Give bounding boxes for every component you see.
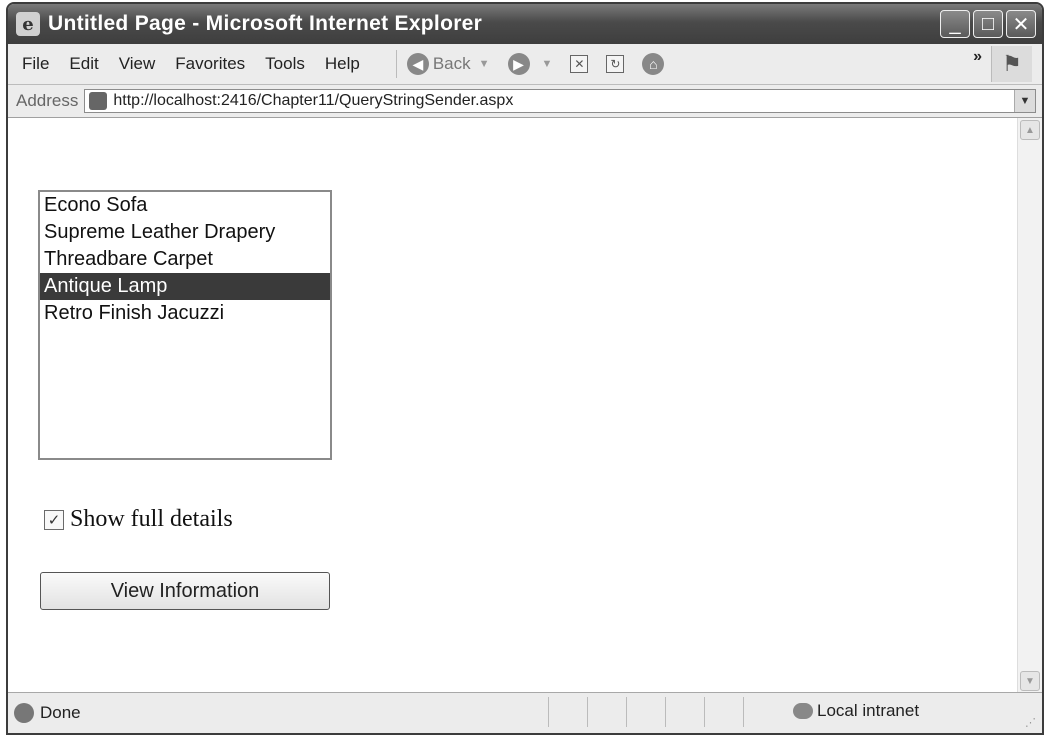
address-url[interactable]: http://localhost:2416/Chapter11/QueryStr… [113,92,513,110]
ie-logo-icon: e [16,12,40,36]
back-button[interactable]: ◀ Back ▼ [406,53,490,75]
forward-dropdown-icon[interactable]: ▼ [542,58,553,70]
status-pane [665,697,704,727]
status-pane [587,697,626,727]
browser-window: e Untitled Page - Microsoft Internet Exp… [6,2,1044,735]
refresh-button[interactable]: ↻ [606,55,625,73]
address-dropdown-icon[interactable]: ▼ [1014,90,1035,112]
status-pane [626,697,665,727]
status-bar: Done Local intranet ⋰ [8,692,1042,733]
minimize-button[interactable]: _ [940,10,970,38]
back-dropdown-icon[interactable]: ▼ [479,58,490,70]
stop-button[interactable]: ✕ [570,55,589,73]
address-input[interactable]: http://localhost:2416/Chapter11/QueryStr… [84,89,1036,113]
security-zone: Local intranet [793,701,919,721]
back-label: Back [432,54,471,73]
window-title: Untitled Page - Microsoft Internet Explo… [48,12,483,35]
status-pane [548,697,587,727]
refresh-icon: ↻ [606,55,625,73]
scroll-down-icon[interactable]: ▼ [1020,671,1040,691]
menu-view[interactable]: View [119,54,156,74]
list-item[interactable]: Threadbare Carpet [40,246,330,273]
status-pane [743,697,782,727]
menu-favorites[interactable]: Favorites [175,54,245,74]
vertical-scrollbar[interactable]: ▲ ▼ [1017,118,1042,693]
zone-text: Local intranet [817,701,920,720]
show-details-row: ✓ Show full details [44,506,233,533]
menu-edit[interactable]: Edit [69,54,98,74]
scroll-up-icon[interactable]: ▲ [1020,120,1040,140]
resize-grip-icon[interactable]: ⋰ [1025,716,1036,729]
show-details-label[interactable]: Show full details [70,506,233,533]
status-pane [704,697,743,727]
menu-help[interactable]: Help [325,54,360,74]
home-button[interactable]: ⌂ [642,53,668,75]
back-arrow-icon: ◀ [406,53,429,75]
address-bar: Address http://localhost:2416/Chapter11/… [8,85,1042,118]
list-item[interactable]: Supreme Leather Drapery [40,219,330,246]
menu-file[interactable]: File [22,54,49,74]
close-button[interactable]: ✕ [1006,10,1036,38]
forward-button[interactable]: ▶ ▼ [507,53,553,75]
page-icon [89,92,108,110]
maximize-button[interactable]: □ [973,10,1003,38]
list-item[interactable]: Retro Finish Jacuzzi [40,300,330,327]
status-panes [548,697,782,727]
home-icon: ⌂ [642,53,665,75]
toolbar-divider [395,50,397,78]
product-listbox[interactable]: Econo Sofa Supreme Leather Drapery Threa… [38,190,332,460]
menu-bar: File Edit View Favorites Tools Help ◀ Ba… [8,44,1042,85]
toolbar-overflow-icon[interactable]: » [973,48,982,66]
view-information-button[interactable]: View Information [40,572,330,610]
page-status-icon [14,703,34,723]
show-details-checkbox[interactable]: ✓ [44,509,64,530]
intranet-icon [793,703,813,719]
windows-flag-icon: ⚑ [991,46,1032,82]
address-label: Address [16,91,79,110]
list-item[interactable]: Econo Sofa [40,192,330,219]
menu-tools[interactable]: Tools [265,54,305,74]
page-content: Econo Sofa Supreme Leather Drapery Threa… [8,118,1018,693]
forward-arrow-icon: ▶ [507,53,530,75]
list-item-selected[interactable]: Antique Lamp [40,273,330,300]
window-controls: _ □ ✕ [940,10,1036,38]
status-text: Done [40,703,81,722]
title-bar: e Untitled Page - Microsoft Internet Exp… [8,4,1042,44]
stop-icon: ✕ [570,55,589,73]
